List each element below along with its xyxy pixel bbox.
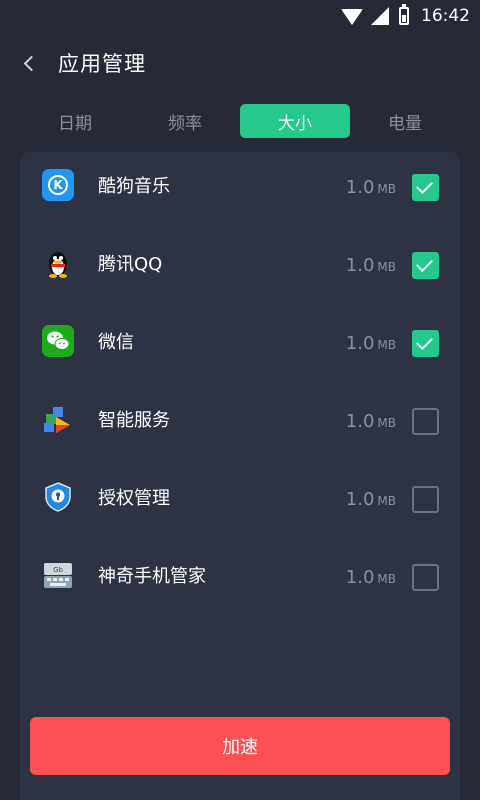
app-row[interactable]: 微信 1.0 MB <box>20 308 460 386</box>
app-row[interactable]: 腾讯QQ 1.0 MB <box>20 230 460 308</box>
app-name: 酷狗音乐 <box>98 176 170 197</box>
google-play-services-icon <box>42 403 74 435</box>
app-row[interactable]: 智能服务 1.0 MB <box>20 386 460 464</box>
app-checkbox[interactable] <box>412 252 439 279</box>
app-name: 智能服务 <box>98 410 170 431</box>
shield-lock-icon <box>42 481 74 513</box>
app-name: 微信 <box>98 332 134 353</box>
app-row[interactable]: Gb 神奇手机管家 1.0 MB <box>20 542 460 620</box>
app-name: 神奇手机管家 <box>98 566 206 587</box>
app-checkbox[interactable] <box>412 564 439 591</box>
status-time: 16:42 <box>421 6 470 26</box>
speed-up-button[interactable]: 加速 <box>30 717 450 775</box>
chevron-left-icon <box>23 55 39 71</box>
app-size: 1.0 MB <box>345 489 396 510</box>
tab-frequency[interactable]: 频率 <box>130 104 240 138</box>
app-checkbox[interactable] <box>412 486 439 513</box>
qq-penguin-icon <box>42 247 74 279</box>
tab-battery[interactable]: 电量 <box>350 104 460 138</box>
app-checkbox[interactable] <box>412 174 439 201</box>
app-list: K 酷狗音乐 1.0 MB 腾讯QQ 1.0 MB 微信 1.0 MB 智能服务… <box>20 152 460 800</box>
back-button[interactable] <box>0 32 58 94</box>
tab-size[interactable]: 大小 <box>240 104 350 138</box>
wechat-icon <box>42 325 74 357</box>
battery-icon <box>399 4 409 25</box>
sort-tabs: 日期 频率 大小 电量 <box>20 104 460 138</box>
app-size: 1.0 MB <box>345 255 396 276</box>
wifi-icon <box>341 9 363 25</box>
app-name: 授权管理 <box>98 488 170 509</box>
svg-text:Gb: Gb <box>53 566 63 574</box>
app-row[interactable]: 授权管理 1.0 MB <box>20 464 460 542</box>
app-name: 腾讯QQ <box>98 254 163 275</box>
app-size: 1.0 MB <box>345 567 396 588</box>
tab-date[interactable]: 日期 <box>20 104 130 138</box>
keyboard-icon: Gb <box>42 559 74 591</box>
cell-signal-icon <box>371 7 389 25</box>
app-size: 1.0 MB <box>345 411 396 432</box>
app-checkbox[interactable] <box>412 330 439 357</box>
kugou-music-icon: K <box>42 169 74 201</box>
app-size: 1.0 MB <box>345 177 396 198</box>
page-title: 应用管理 <box>58 52 146 76</box>
header: 应用管理 <box>0 32 480 94</box>
screen: 16:42 应用管理 日期 频率 大小 电量 K 酷狗音乐 1.0 MB 腾讯Q… <box>0 0 480 800</box>
app-size: 1.0 MB <box>345 333 396 354</box>
app-row[interactable]: K 酷狗音乐 1.0 MB <box>20 152 460 230</box>
app-checkbox[interactable] <box>412 408 439 435</box>
status-bar: 16:42 <box>0 0 480 32</box>
